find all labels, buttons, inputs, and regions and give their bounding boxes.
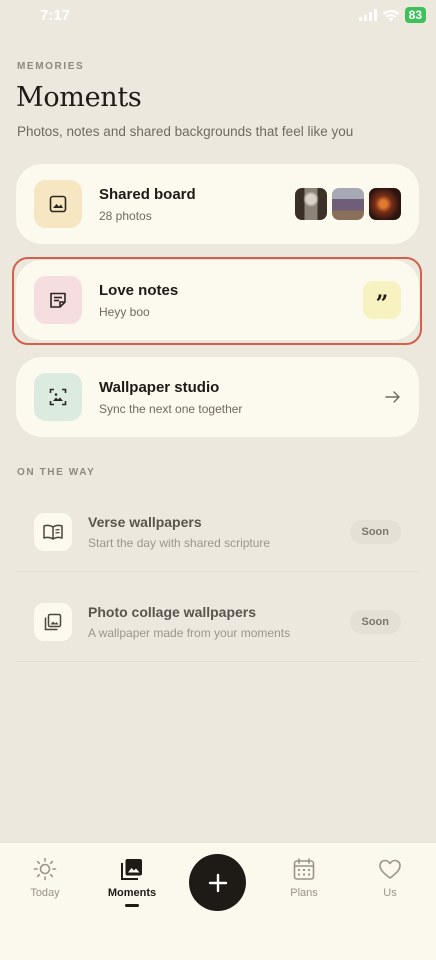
wallpaper-studio-card[interactable]: Wallpaper studio Sync the next one toget… bbox=[16, 357, 419, 437]
love-notes-title: Love notes bbox=[99, 281, 179, 299]
photo-thumbnail[interactable] bbox=[369, 188, 401, 220]
wallpaper-studio-text: Wallpaper studio Sync the next one toget… bbox=[99, 379, 385, 416]
page-subtitle: Photos, notes and shared backgrounds tha… bbox=[17, 124, 354, 139]
status-bar: 7:17 83 bbox=[0, 0, 436, 30]
tab-us[interactable]: Us bbox=[355, 857, 425, 899]
love-notes-card[interactable]: Love notes Heyy boo ” bbox=[16, 260, 419, 340]
image-icon bbox=[34, 180, 82, 228]
verse-wallpapers-text: Verse wallpapers Start the day with shar… bbox=[88, 514, 350, 550]
soon-badge: Soon bbox=[349, 519, 401, 544]
wallpaper-studio-subtitle: Sync the next one together bbox=[99, 401, 243, 416]
gallery-icon bbox=[34, 602, 72, 641]
tab-plans[interactable]: Plans bbox=[269, 857, 339, 899]
quote-icon: ” bbox=[363, 281, 401, 319]
tab-bar: Today Moments Plans Us bbox=[0, 842, 436, 960]
book-icon bbox=[34, 512, 72, 551]
status-indicators: 83 bbox=[358, 7, 426, 23]
section-eyebrow: MEMORIES bbox=[17, 61, 85, 72]
add-button[interactable] bbox=[189, 854, 246, 911]
battery-indicator: 83 bbox=[404, 7, 426, 23]
verse-wallpapers-subtitle: Start the day with shared scripture bbox=[88, 535, 271, 550]
on-the-way-label: ON THE WAY bbox=[17, 467, 96, 478]
soon-badge: Soon bbox=[349, 609, 401, 634]
tab-plans-label: Plans bbox=[290, 887, 318, 899]
tab-today[interactable]: Today bbox=[10, 857, 80, 899]
tab-moments-label: Moments bbox=[107, 887, 157, 899]
tab-us-label: Us bbox=[383, 887, 397, 899]
plus-icon bbox=[208, 873, 227, 892]
sun-icon bbox=[33, 857, 57, 881]
note-icon bbox=[34, 276, 82, 324]
photo-collage-text: Photo collage wallpapers A wallpaper mad… bbox=[88, 604, 350, 640]
photo-collage-subtitle: A wallpaper made from your moments bbox=[88, 625, 291, 640]
page-title: Moments bbox=[16, 82, 142, 113]
love-notes-text: Love notes Heyy boo bbox=[99, 282, 363, 319]
verse-wallpapers-row: Verse wallpapers Start the day with shar… bbox=[16, 492, 419, 572]
photos-icon bbox=[121, 859, 142, 880]
photo-thumbnails bbox=[295, 188, 401, 220]
shared-board-count: 28 photos bbox=[99, 208, 152, 223]
shared-board-text: Shared board 28 photos bbox=[99, 186, 295, 223]
photo-thumbnail[interactable] bbox=[295, 188, 327, 220]
shared-board-title: Shared board bbox=[99, 185, 196, 203]
photo-collage-title: Photo collage wallpapers bbox=[88, 603, 257, 620]
love-notes-preview: Heyy boo bbox=[99, 304, 150, 319]
verse-wallpapers-title: Verse wallpapers bbox=[88, 513, 202, 530]
wallpaper-studio-title: Wallpaper studio bbox=[99, 378, 220, 396]
photo-collage-wallpapers-row: Photo collage wallpapers A wallpaper mad… bbox=[16, 582, 419, 662]
wallpaper-icon bbox=[34, 373, 82, 421]
photo-thumbnail[interactable] bbox=[332, 188, 364, 220]
tab-moments[interactable]: Moments bbox=[97, 857, 167, 907]
signal-icon bbox=[358, 9, 377, 21]
arrow-right-icon bbox=[385, 391, 400, 403]
status-time: 7:17 bbox=[40, 6, 71, 24]
calendar-icon bbox=[293, 858, 315, 880]
tab-today-label: Today bbox=[30, 887, 60, 899]
active-tab-indicator bbox=[125, 904, 139, 907]
heart-icon bbox=[379, 859, 401, 879]
wifi-icon bbox=[382, 9, 399, 21]
shared-board-card[interactable]: Shared board 28 photos bbox=[16, 164, 419, 244]
